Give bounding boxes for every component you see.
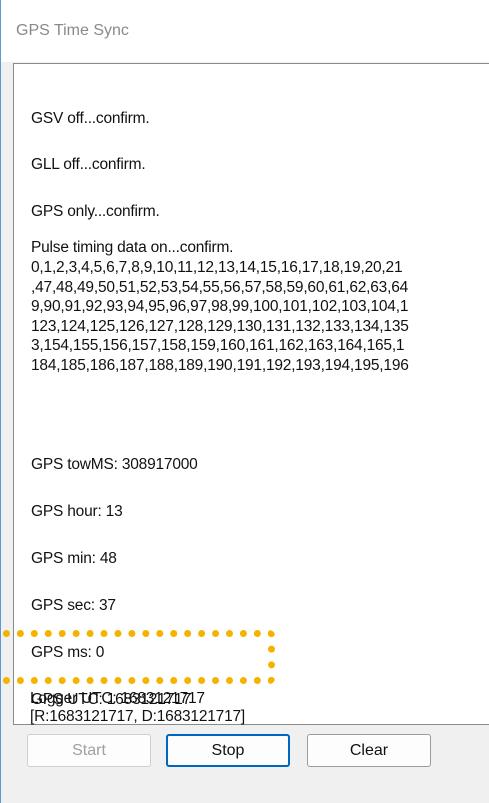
pulse-timing-data: 0,1,2,3,4,5,6,7,8,9,10,11,12,13,14,15,16… [31, 258, 409, 376]
log-line-gsv: GSV off...confirm. [31, 110, 150, 127]
pulse-line: 0,1,2,3,4,5,6,7,8,9,10,11,12,13,14,15,16… [31, 259, 403, 276]
log-line-gll: GLL off...confirm. [31, 156, 146, 173]
pulse-line: 123,124,125,126,127,128,129,130,131,132,… [31, 317, 409, 335]
utc-highlight-box [0, 630, 275, 684]
log-output[interactable]: GSV off...confirm. GLL off...confirm. GP… [13, 63, 489, 725]
clear-button[interactable]: Clear [307, 734, 431, 767]
start-button[interactable]: Start [27, 734, 151, 767]
log-line-rd: [R:1683121717, D:1683121717] [30, 708, 246, 725]
window-title: GPS Time Sync [16, 22, 129, 39]
gps-time-sync-window: GPS Time Sync GSV off...confirm. GLL off… [0, 0, 489, 803]
pulse-line: ,47,48,49,50,51,52,53,54,55,56,57,58,59,… [31, 278, 409, 296]
pulse-line: 9,90,91,92,93,94,95,96,97,98,99,100,101,… [31, 298, 409, 316]
pulse-line: 184,185,186,187,188,189,190,191,192,193,… [31, 356, 409, 374]
log-line-logger-utc: Logger UTC: 1683121717 [30, 690, 205, 707]
log-line-hour: GPS hour: 13 [31, 503, 123, 520]
log-line-sec: GPS sec: 37 [31, 597, 116, 614]
log-line-min: GPS min: 48 [31, 550, 117, 567]
log-line-pulse-header: Pulse timing data on...confirm. [31, 239, 234, 256]
title-bar[interactable]: GPS Time Sync [1, 0, 489, 62]
pulse-line: 3,154,155,156,157,158,159,160,161,162,16… [31, 337, 405, 355]
log-line-gps-only: GPS only...confirm. [31, 203, 160, 220]
log-line-tow-ms: GPS towMS: 308917000 [31, 456, 198, 473]
stop-button[interactable]: Stop [166, 734, 290, 767]
